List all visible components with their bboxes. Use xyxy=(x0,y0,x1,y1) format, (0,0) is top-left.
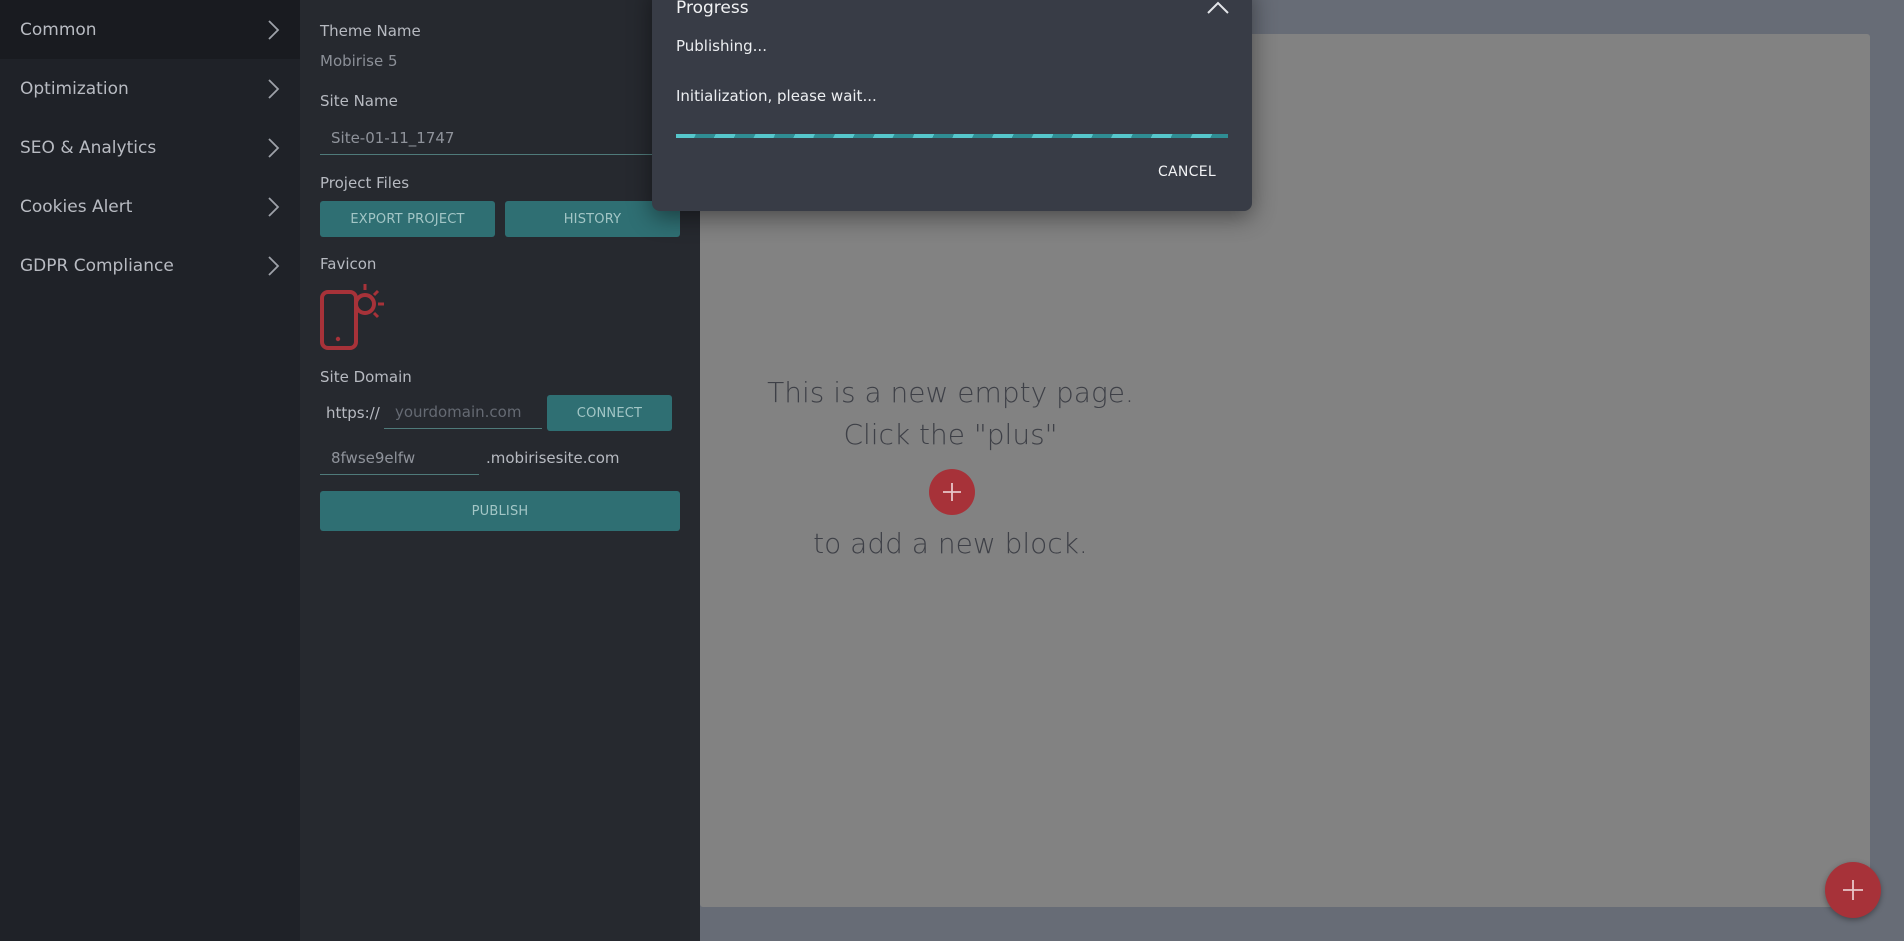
sidebar-item-optimization[interactable]: Optimization xyxy=(0,59,300,118)
sidebar-item-label: SEO & Analytics xyxy=(20,137,157,158)
theme-name-label: Theme Name xyxy=(320,22,421,40)
plus-icon xyxy=(1843,880,1863,900)
sidebar-item-seo-analytics[interactable]: SEO & Analytics xyxy=(0,118,300,177)
site-domain-label: Site Domain xyxy=(320,368,412,386)
sidebar-item-label: Common xyxy=(20,19,97,40)
add-block-text: to add a new block. xyxy=(813,527,1088,560)
sidebar-item-cookies-alert[interactable]: Cookies Alert xyxy=(0,177,300,236)
floating-add-block-button[interactable] xyxy=(1825,862,1881,918)
site-settings-panel: Theme Name Mobirise 5 Site Name Site-01-… xyxy=(300,0,700,941)
progress-bar-fill xyxy=(676,134,1228,138)
site-name-label: Site Name xyxy=(320,92,398,110)
collapse-chevron-up-icon[interactable] xyxy=(1206,0,1230,20)
progress-dialog: Progress Publishing... Initialization, p… xyxy=(652,0,1252,211)
chevron-right-icon xyxy=(268,19,280,40)
theme-name-value: Mobirise 5 xyxy=(320,52,398,70)
cancel-button[interactable]: CANCEL xyxy=(1158,164,1216,180)
plus-hint-text: Click the "plus" xyxy=(843,418,1058,451)
sidebar-item-label: GDPR Compliance xyxy=(20,255,174,276)
chevron-right-icon xyxy=(268,78,280,99)
status-detail: Initialization, please wait... xyxy=(676,87,877,105)
favicon-label: Favicon xyxy=(320,255,377,273)
protocol-label: https:// xyxy=(326,404,380,422)
sidebar-item-gdpr-compliance[interactable]: GDPR Compliance xyxy=(0,236,300,295)
add-block-button[interactable] xyxy=(929,469,975,515)
custom-domain-input[interactable]: yourdomain.com xyxy=(384,397,542,429)
subdomain-input[interactable]: 8fwse9elfw xyxy=(320,443,479,475)
publish-button[interactable]: PUBLISH xyxy=(320,491,680,531)
project-files-label: Project Files xyxy=(320,174,410,192)
subdomain-suffix: .mobirisesite.com xyxy=(486,449,620,467)
dialog-title: Progress xyxy=(676,0,749,18)
chevron-right-icon xyxy=(268,137,280,158)
settings-sidebar: Common Optimization SEO & Analytics Cook… xyxy=(0,0,300,941)
empty-page-text: This is a new empty page. xyxy=(767,376,1134,409)
site-name-input[interactable]: Site-01-11_1747 xyxy=(320,123,680,155)
connect-button[interactable]: CONNECT xyxy=(547,395,672,431)
export-project-button[interactable]: EXPORT PROJECT xyxy=(320,201,495,237)
chevron-right-icon xyxy=(268,196,280,217)
chevron-right-icon xyxy=(268,255,280,276)
sidebar-item-common[interactable]: Common xyxy=(0,0,300,59)
publishing-status: Publishing... xyxy=(676,37,767,55)
sidebar-item-label: Cookies Alert xyxy=(20,196,133,217)
progress-bar xyxy=(676,134,1228,138)
favicon-phone-sun-icon[interactable] xyxy=(318,282,388,352)
plus-icon xyxy=(943,483,961,501)
sidebar-item-label: Optimization xyxy=(20,78,129,99)
